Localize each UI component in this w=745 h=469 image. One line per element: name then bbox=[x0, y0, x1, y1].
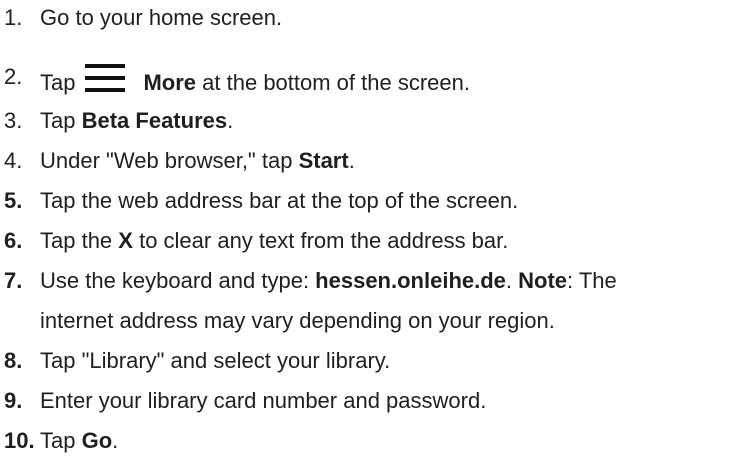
step-number: 4. bbox=[4, 148, 23, 173]
step-text: Tap "Library" and select your library. bbox=[40, 348, 391, 373]
step-number: 6. bbox=[4, 228, 23, 253]
instruction-list: 1. Go to your home screen. 2. Tap More at… bbox=[0, 0, 745, 469]
step-text: Tap the X to clear any text from the add… bbox=[40, 228, 509, 253]
step-text: Tap Beta Features. bbox=[40, 108, 234, 133]
step-number: 8. bbox=[4, 348, 23, 373]
hamburger-menu-icon bbox=[85, 64, 126, 92]
step-text: Go to your home screen. bbox=[40, 5, 283, 30]
step-number: 7. bbox=[4, 268, 23, 293]
step-text: Tap Go. bbox=[40, 428, 119, 453]
step-text: Under "Web browser," tap Start. bbox=[40, 148, 355, 173]
step-number: 5. bbox=[4, 188, 23, 213]
step-number: 10. bbox=[4, 428, 35, 453]
step-text: Use the keyboard and type: hessen.onleih… bbox=[40, 268, 617, 293]
step-text: Tap the web address bar at the top of th… bbox=[40, 188, 519, 213]
step-number: 1. bbox=[4, 5, 23, 30]
step-number: 3. bbox=[4, 108, 23, 133]
step-text-continued: internet address may vary depending on y… bbox=[40, 308, 555, 333]
step-number: 2. bbox=[4, 64, 23, 89]
step-text: Tap More at the bottom of the screen. bbox=[40, 64, 470, 96]
step-number: 9. bbox=[4, 388, 23, 413]
step-text: Enter your library card number and passw… bbox=[40, 388, 487, 413]
